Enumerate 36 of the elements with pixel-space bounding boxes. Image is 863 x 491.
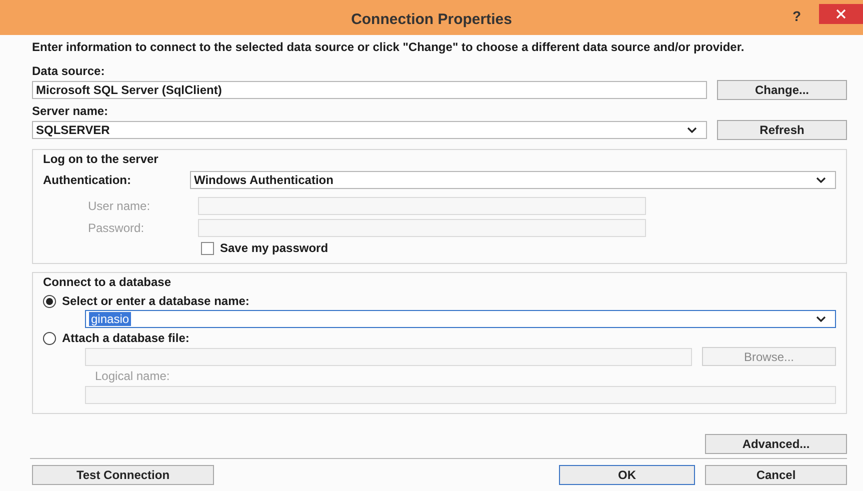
field-label: Data source: [32,64,106,78]
chevron-down-icon [687,127,697,133]
field-label: Logical name: [95,369,171,383]
field-label: Authentication: [43,173,132,187]
server-name-dropdown[interactable]: SQLSERVER [32,121,707,139]
help-button[interactable]: ? [792,8,801,24]
database-file-field[interactable] [85,348,692,366]
password-field[interactable] [198,219,646,237]
logical-name-field[interactable] [85,386,836,404]
window-title: Connection Properties [351,10,512,28]
instructions-text: Enter information to connect to the selected data source or click "Change" to choose a different data source and/or provider. [32,40,746,54]
ok-button[interactable]: OK [559,465,695,485]
authentication-dropdown[interactable]: Windows Authentication [190,171,836,189]
radio-label: Attach a database file: [62,331,190,345]
user-name-field[interactable] [198,197,646,215]
test-connection-button[interactable]: Test Connection [32,465,214,485]
close-icon [836,9,846,19]
cancel-button[interactable]: Cancel [705,465,847,485]
close-button[interactable] [819,4,863,24]
field-label: User name: [88,199,152,213]
radio-button[interactable] [43,332,56,344]
advanced-button[interactable]: Advanced... [705,434,847,454]
chevron-down-icon [816,177,826,183]
group-title: Connect to a database [43,275,172,289]
refresh-button[interactable]: Refresh [717,120,847,140]
chevron-down-icon [816,316,826,322]
data-source-field[interactable]: Microsoft SQL Server (SqlClient) [32,81,707,99]
change-button[interactable]: Change... [717,80,847,100]
checkbox-label: Save my password [220,241,328,255]
radio-label: Select or enter a database name: [62,294,250,308]
field-label: Password: [88,221,146,235]
field-label: Server name: [32,104,110,118]
database-name-dropdown[interactable]: ginasio [85,310,836,328]
checkbox[interactable] [201,242,214,254]
group-title: Log on to the server [43,152,160,166]
radio-button[interactable] [43,294,56,308]
